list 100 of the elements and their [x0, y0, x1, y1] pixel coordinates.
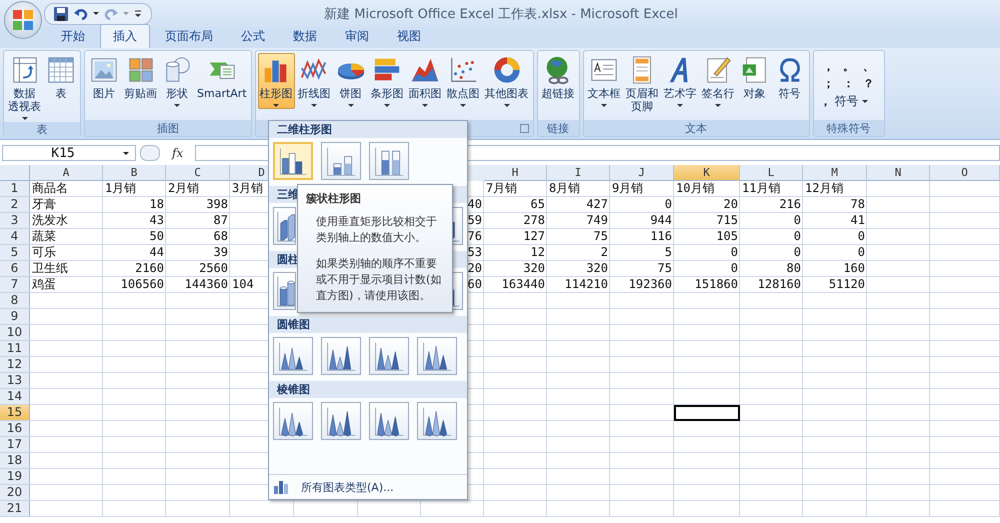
column-header[interactable]: N: [867, 165, 930, 181]
row-header[interactable]: 5: [0, 245, 30, 261]
group-label: 插图: [156, 120, 179, 136]
table-cell: 51120: [828, 277, 865, 291]
row-header[interactable]: 14: [0, 389, 30, 405]
ribbon-tab[interactable]: 公式: [228, 24, 278, 48]
ribbon-button[interactable]: 文本框: [586, 53, 623, 109]
ribbon-button[interactable]: 数据 透视表: [6, 53, 43, 122]
column-header[interactable]: A: [30, 165, 103, 181]
row-header[interactable]: 20: [0, 485, 30, 501]
table-cell: 76: [468, 229, 482, 243]
ribbon-button[interactable]: 图片: [87, 53, 121, 102]
table-cell: 44: [150, 245, 164, 259]
table-cell: 39: [214, 245, 228, 259]
row-header[interactable]: 3: [0, 213, 30, 229]
row-header[interactable]: 8: [0, 293, 30, 309]
symbol-button[interactable]: ；: [820, 76, 838, 91]
row-header[interactable]: 6: [0, 261, 30, 277]
ribbon-tab[interactable]: 页面布局: [152, 24, 226, 48]
ribbon-button[interactable]: 柱形图: [258, 53, 295, 109]
table-cell: 163440: [502, 277, 545, 291]
table-cell: 78: [850, 197, 865, 211]
table-cell: 蔬菜: [32, 229, 56, 243]
symbol-button[interactable]: ：: [840, 76, 858, 91]
table-cell: 12月销: [805, 181, 844, 195]
column-header[interactable]: I: [547, 165, 610, 181]
symbol-menu-button[interactable]: ， 符号: [816, 91, 882, 112]
row-header[interactable]: 9: [0, 309, 30, 325]
row-header[interactable]: 21: [0, 501, 30, 517]
ribbon-button[interactable]: 页眉和 页脚: [624, 53, 661, 115]
row-header[interactable]: 19: [0, 469, 30, 485]
table-cell: 53: [468, 245, 482, 259]
row-header[interactable]: 16: [0, 421, 30, 437]
row-header[interactable]: 18: [0, 453, 30, 469]
row-header[interactable]: 2: [0, 197, 30, 213]
symbol-button[interactable]: 、: [860, 59, 878, 74]
column-header[interactable]: L: [740, 165, 803, 181]
symbol-button[interactable]: 。: [840, 59, 858, 74]
table-cell: 0: [730, 261, 738, 275]
ribbon-button[interactable]: 符号: [772, 53, 807, 102]
column-header[interactable]: M: [803, 165, 867, 181]
table-cell: 65: [530, 197, 545, 211]
ribbon-button[interactable]: 表: [44, 53, 78, 102]
table-cell: 3月销: [232, 181, 264, 195]
window-title: 新建 Microsoft Office Excel 工作表.xlsx - Microsoft Excel: [323, 6, 679, 22]
table-cell: 5: [664, 245, 672, 259]
ribbon-button[interactable]: 剪贴画: [122, 53, 159, 102]
column-header[interactable]: O: [930, 165, 1000, 181]
table-cell: 0: [730, 245, 738, 259]
row-header[interactable]: 7: [0, 277, 30, 293]
all-chart-types-item[interactable]: 所有图表类型(A)...: [269, 474, 467, 499]
section-header: 二维柱形图: [269, 121, 467, 138]
ribbon-button[interactable]: 面积图: [406, 53, 444, 109]
name-box[interactable]: K15: [2, 145, 136, 161]
ribbon-button[interactable]: 其他图表: [482, 53, 531, 109]
symbol-button[interactable]: ？: [860, 76, 878, 91]
ribbon-button[interactable]: 超链接: [540, 53, 577, 102]
column-header[interactable]: C: [166, 165, 230, 181]
table-cell: 2月销: [168, 181, 200, 195]
row-header[interactable]: 11: [0, 341, 30, 357]
ribbon-button[interactable]: 对象: [738, 53, 772, 102]
group-label: 文本: [685, 120, 708, 136]
ribbon-tab[interactable]: 数据: [280, 24, 330, 48]
ribbon-button[interactable]: SmartArt: [195, 53, 249, 102]
symbol-button[interactable]: ，: [820, 59, 838, 74]
column-header[interactable]: H: [484, 165, 547, 181]
group-label: 链接: [547, 120, 570, 136]
insert-function-button[interactable]: fx: [164, 146, 192, 160]
ribbon-tab[interactable]: 审阅: [332, 24, 382, 48]
column-header[interactable]: K: [674, 165, 740, 181]
row-header[interactable]: 4: [0, 229, 30, 245]
row-header[interactable]: 1: [0, 181, 30, 197]
ribbon-tab[interactable]: 视图: [384, 24, 434, 48]
table-cell: 944: [650, 213, 672, 227]
table-cell: 鸡蛋: [32, 277, 56, 291]
table-cell: 2160: [135, 261, 164, 275]
column-header[interactable]: B: [103, 165, 166, 181]
table-cell: 116: [650, 229, 672, 243]
ribbon-tab[interactable]: 开始: [48, 24, 98, 48]
table-cell: 151860: [694, 277, 738, 291]
ribbon-button[interactable]: 饼图: [334, 53, 368, 109]
row-header[interactable]: 12: [0, 357, 30, 373]
ribbon-button[interactable]: 散点图: [444, 53, 482, 109]
ribbon-button[interactable]: 条形图: [368, 53, 406, 109]
ribbon-button[interactable]: 折线图: [296, 53, 333, 109]
ribbon-tab[interactable]: 插入: [100, 24, 150, 48]
table-cell: 68: [214, 229, 228, 243]
row-header[interactable]: 13: [0, 373, 30, 389]
ribbon-button[interactable]: 签名行: [700, 53, 737, 109]
table-cell: 104: [232, 277, 254, 291]
row-header[interactable]: 10: [0, 325, 30, 341]
table-cell: 20: [468, 261, 482, 275]
ribbon-button[interactable]: 形状: [160, 53, 194, 109]
row-header[interactable]: 17: [0, 437, 30, 453]
row-header[interactable]: 15: [0, 405, 30, 421]
section-header: 棱锥图: [269, 381, 467, 398]
group-label: 特殊符号: [826, 120, 871, 136]
section-header: 圆锥图: [269, 316, 467, 333]
table-cell: 18: [150, 197, 164, 211]
ribbon-button[interactable]: 艺术字: [662, 53, 699, 109]
